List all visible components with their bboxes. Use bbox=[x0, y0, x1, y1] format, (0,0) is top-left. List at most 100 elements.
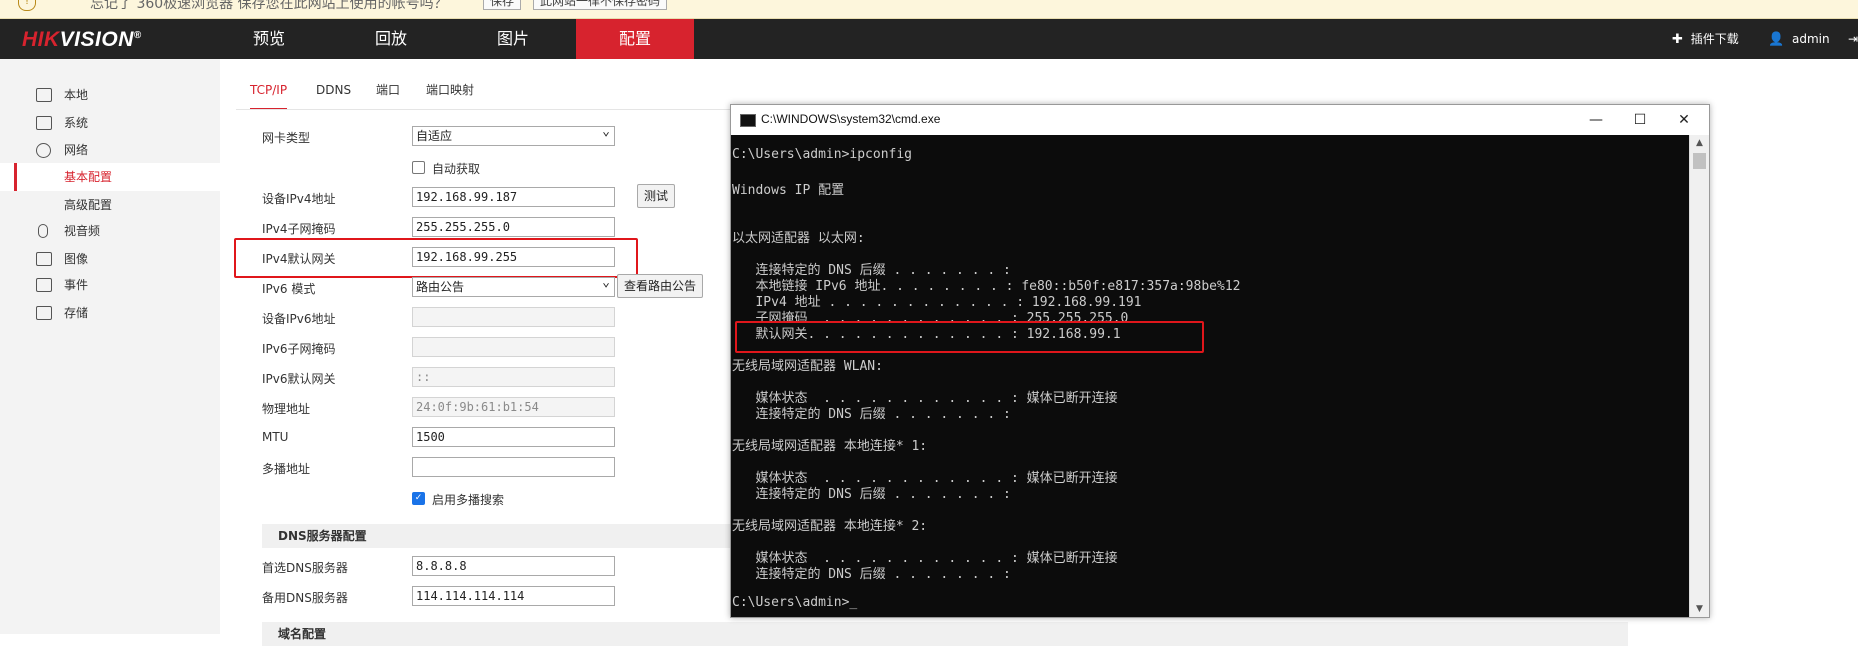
dhcp-label: 自动获取 bbox=[432, 162, 481, 176]
scroll-thumb[interactable] bbox=[1693, 153, 1706, 169]
maximize-icon[interactable]: ☐ bbox=[1629, 109, 1651, 131]
close-icon[interactable]: ✕ bbox=[1673, 109, 1695, 131]
save-password-message: 忘记了 360极速浏览器 保存您在此网站上使用的帐号吗？ bbox=[90, 0, 448, 12]
sidebar-item-label: 本地 bbox=[64, 88, 89, 102]
nav-tab-playback[interactable]: 回放 bbox=[332, 19, 450, 59]
row-mask: IPv4子网掩码 255.255.255.0 bbox=[262, 215, 762, 239]
user-menu[interactable]: 👤 admin bbox=[1768, 19, 1830, 59]
sidebar-item-label: 图像 bbox=[64, 252, 89, 266]
nic-type-label: 网卡类型 bbox=[262, 131, 311, 145]
row-ipv6addr: 设备IPv6地址 bbox=[262, 305, 762, 329]
row-multicast-search: ✓ 启用多播搜索 bbox=[262, 486, 762, 510]
sidebar-item-label: 存储 bbox=[64, 306, 89, 320]
row-dns2: 备用DNS服务器 114.114.114.114 bbox=[262, 584, 762, 608]
scroll-down-icon[interactable]: ▼ bbox=[1690, 601, 1709, 617]
cmd-console-output[interactable]: C:\Users\admin>ipconfig Windows IP 配置 以太网适… bbox=[731, 135, 1689, 617]
console-line: 无线局域网适配器 本地连接* 2: bbox=[732, 519, 928, 534]
nic-type-select[interactable]: 自适应 bbox=[412, 123, 615, 146]
username: admin bbox=[1792, 32, 1830, 46]
nav-tab-picture[interactable]: 图片 bbox=[454, 19, 572, 59]
ipv6-mask-label: IPv6子网掩码 bbox=[262, 342, 336, 356]
ipv4-label: 设备IPv4地址 bbox=[262, 192, 336, 206]
sidebar-item-advanced-config[interactable]: 高级配置 bbox=[0, 191, 220, 219]
image-icon bbox=[36, 252, 52, 266]
console-line: C:\Users\admin>ipconfig bbox=[732, 147, 913, 162]
sidebar-item-audio-video[interactable]: 视音频 bbox=[0, 217, 220, 245]
console-line: 连接特定的 DNS 后缀 . . . . . . . : bbox=[732, 567, 1011, 582]
sidebar-item-system[interactable]: 系统 bbox=[0, 109, 220, 137]
dhcp-checkbox[interactable] bbox=[412, 161, 425, 174]
warning-icon: ! bbox=[18, 0, 36, 11]
console-line: C:\Users\admin>_ bbox=[732, 595, 858, 610]
multicast-search-checkbox[interactable]: ✓ bbox=[412, 492, 425, 505]
console-line: 无线局域网适配器 本地连接* 1: bbox=[732, 439, 928, 454]
sidebar-item-network[interactable]: 网络 bbox=[0, 136, 220, 164]
user-icon: 👤 bbox=[1768, 32, 1785, 47]
dns2-input[interactable]: 114.114.114.114 bbox=[412, 586, 615, 606]
console-line: 连接特定的 DNS 后缀 . . . . . . . : bbox=[732, 487, 1011, 502]
ipv6-mode-label: IPv6 模式 bbox=[262, 282, 316, 296]
save-password-button[interactable]: 保存 bbox=[483, 0, 522, 10]
monitor-icon bbox=[36, 88, 52, 102]
tab-port[interactable]: 端口 bbox=[376, 72, 400, 108]
cmd-window[interactable]: C:\WINDOWS\system32\cmd.exe — ☐ ✕ C:\Use… bbox=[730, 104, 1710, 618]
row-mtu: MTU 1500 bbox=[262, 425, 762, 449]
row-dhcp: 自动获取 bbox=[262, 155, 762, 179]
view-route-advert-button[interactable]: 查看路由公告 bbox=[617, 274, 704, 298]
cmd-scrollbar[interactable]: ▲ ▼ bbox=[1689, 135, 1709, 617]
disk-icon bbox=[36, 306, 52, 320]
sidebar-item-local[interactable]: 本地 bbox=[0, 81, 220, 109]
sidebar-item-label: 高级配置 bbox=[64, 198, 113, 212]
minimize-icon[interactable]: — bbox=[1585, 109, 1607, 131]
sidebar-item-label: 基本配置 bbox=[64, 170, 113, 184]
plugin-download-button[interactable]: ✚ 插件下载 bbox=[1672, 19, 1739, 59]
ipv6-mask-input bbox=[412, 337, 615, 357]
sidebar-item-label: 系统 bbox=[64, 116, 89, 130]
mask-input[interactable]: 255.255.255.0 bbox=[412, 217, 615, 237]
sidebar-item-event[interactable]: 事件 bbox=[0, 271, 220, 299]
row-mac: 物理地址 24:0f:9b:61:b1:54 bbox=[262, 395, 762, 419]
cmd-titlebar[interactable]: C:\WINDOWS\system32\cmd.exe — ☐ ✕ bbox=[731, 105, 1709, 135]
sidebar-item-basic-config[interactable]: 基本配置 bbox=[0, 163, 220, 191]
test-button[interactable]: 测试 bbox=[637, 184, 676, 208]
system-icon bbox=[36, 116, 52, 130]
row-ipv6gw: IPv6默认网关 :: bbox=[262, 365, 762, 389]
default-gateway-highlight-box bbox=[735, 321, 1204, 353]
ipv6-mode-select[interactable]: 路由公告 bbox=[412, 274, 615, 297]
plugin-download-label: 插件下载 bbox=[1690, 32, 1739, 46]
password-save-bar: ! 忘记了 360极速浏览器 保存您在此网站上使用的帐号吗？ 保存 此网站一律不… bbox=[0, 0, 1858, 19]
logout-icon[interactable]: ⇥ bbox=[1848, 19, 1858, 59]
sidebar: 本地 系统 网络 基本配置 高级配置 视音频 图像 事件 存储 bbox=[0, 59, 220, 634]
tab-ddns[interactable]: DDNS bbox=[316, 72, 351, 108]
tab-tcpip[interactable]: TCP/IP bbox=[250, 72, 288, 110]
ipv6-gateway-label: IPv6默认网关 bbox=[262, 372, 336, 386]
cmd-icon bbox=[740, 114, 756, 127]
sidebar-item-storage[interactable]: 存储 bbox=[0, 299, 220, 327]
ipv6-gateway-input: :: bbox=[412, 367, 615, 387]
multicast-input[interactable] bbox=[412, 457, 615, 477]
gateway-highlight-box bbox=[234, 238, 638, 278]
hikvision-logo: HIKVISION® bbox=[22, 28, 142, 51]
microphone-icon bbox=[38, 224, 48, 238]
scroll-up-icon[interactable]: ▲ bbox=[1690, 135, 1709, 151]
mtu-input[interactable]: 1500 bbox=[412, 427, 615, 447]
multicast-label: 多播地址 bbox=[262, 462, 311, 476]
cmd-title: C:\WINDOWS\system32\cmd.exe bbox=[761, 112, 941, 126]
nav-tab-preview[interactable]: 预览 bbox=[210, 19, 328, 59]
nav-tab-config[interactable]: 配置 bbox=[576, 19, 694, 59]
sidebar-item-label: 网络 bbox=[64, 143, 89, 157]
multicast-search-label: 启用多播搜索 bbox=[432, 493, 505, 507]
never-save-button[interactable]: 此网站一律不保存密码 bbox=[533, 0, 668, 10]
row-ipv4: 设备IPv4地址 192.168.99.187 bbox=[262, 185, 762, 209]
row-nic-type: 网卡类型 自适应 bbox=[262, 123, 762, 148]
tab-port-mapping[interactable]: 端口映射 bbox=[426, 72, 474, 108]
dns1-input[interactable]: 8.8.8.8 bbox=[412, 556, 615, 576]
domain-section-header: 域名配置 bbox=[262, 622, 1628, 646]
sidebar-item-label: 事件 bbox=[64, 278, 89, 292]
mac-label: 物理地址 bbox=[262, 402, 311, 416]
row-dns1: 首选DNS服务器 8.8.8.8 bbox=[262, 554, 762, 578]
mac-input: 24:0f:9b:61:b1:54 bbox=[412, 397, 615, 417]
ipv4-input[interactable]: 192.168.99.187 bbox=[412, 187, 615, 207]
ipv6-addr-label: 设备IPv6地址 bbox=[262, 312, 336, 326]
sidebar-item-image[interactable]: 图像 bbox=[0, 245, 220, 273]
